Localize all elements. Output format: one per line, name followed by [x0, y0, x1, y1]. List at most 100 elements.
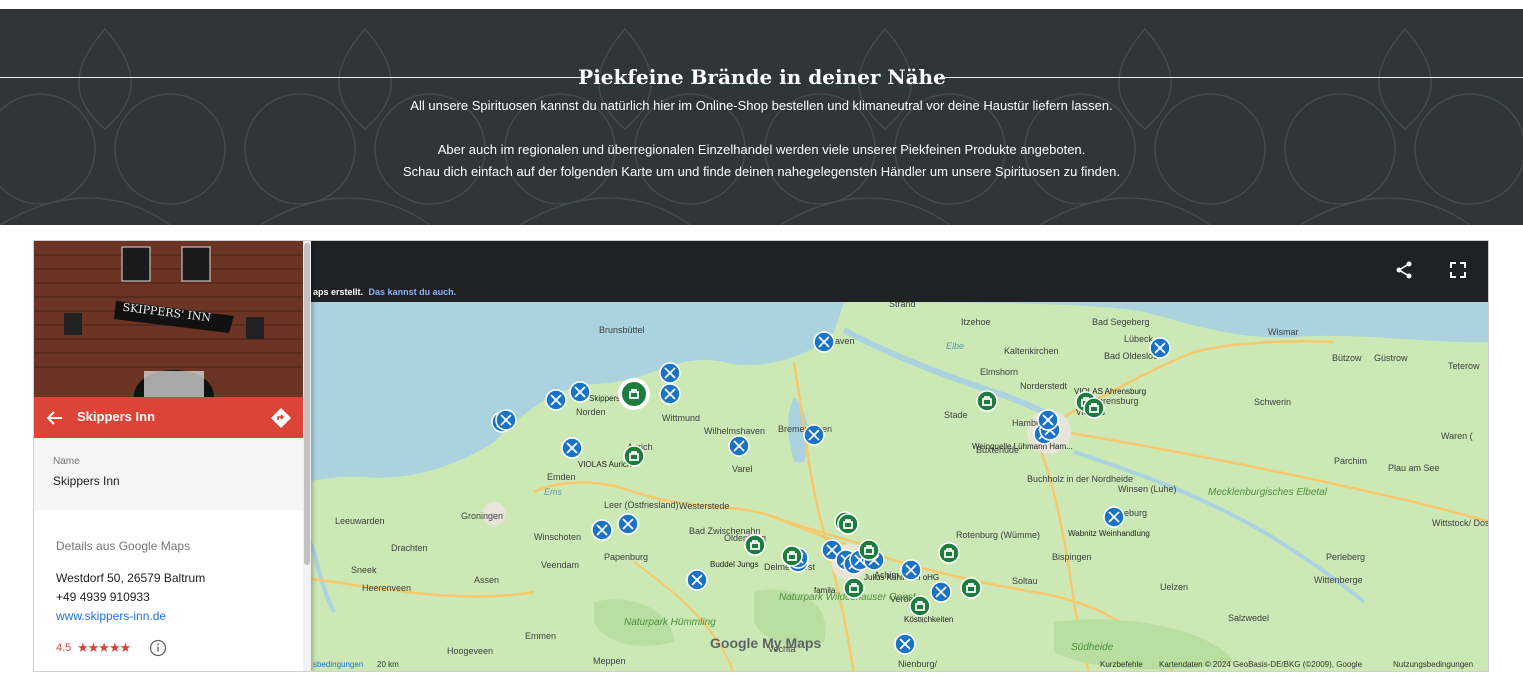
map-label-city: Assen	[474, 575, 499, 585]
map-label-city: Waren (	[1441, 431, 1473, 441]
restaurant-marker-icon[interactable]	[659, 362, 681, 384]
shop-marker-icon[interactable]	[781, 545, 803, 567]
map-label-region: Mecklenburgisches Elbetal	[1208, 487, 1328, 498]
map-label-city: Sneek	[351, 565, 377, 575]
map-label-city: Wittstock/ Dosse	[1432, 518, 1489, 528]
page: Piekfeine Brände in deiner Nähe All unse…	[0, 0, 1523, 693]
map-label-city: Strand	[889, 302, 916, 309]
map-label-city: Bad Zwischenahn	[689, 526, 761, 536]
embedded-map[interactable]: aps erstellt. Das kannst du auch. Strand…	[33, 240, 1489, 672]
banner-title: Piekfeine Brände in deiner Nähe	[578, 65, 946, 89]
panel-scroll-thumb[interactable]	[304, 243, 310, 565]
footer-shortcuts[interactable]: Kurzbefehle	[1100, 660, 1143, 669]
shop-marker-icon[interactable]	[843, 577, 865, 599]
map-label-city: Parchim	[1334, 456, 1367, 466]
map-label-city: Norderstedt	[1020, 381, 1068, 391]
map-label-city: Schwerin	[1254, 397, 1291, 407]
rating-stars: ★★★★★	[77, 640, 131, 655]
map-label-city: Hoogeveen	[447, 646, 493, 656]
restaurant-marker-icon[interactable]	[495, 409, 517, 431]
map-label-city: Perleberg	[1326, 552, 1365, 562]
map-label-city: Brunsbüttel	[599, 325, 645, 335]
restaurant-marker-icon[interactable]	[803, 424, 825, 446]
panel-scrollbar[interactable]	[303, 241, 311, 671]
map-label-city: Wittmund	[662, 413, 700, 423]
restaurant-marker-icon[interactable]	[1037, 409, 1059, 431]
map-label-city: Winsen (Luhe)	[1118, 484, 1177, 494]
restaurant-marker-icon[interactable]	[561, 437, 583, 459]
map-label-city: Leeuwarden	[335, 516, 385, 526]
rating-value: 4.5	[56, 642, 72, 654]
map-label-city: Heerenveen	[362, 583, 411, 593]
share-icon[interactable]	[1393, 259, 1415, 281]
restaurant-marker-icon[interactable]	[813, 331, 835, 353]
map-label-city: Wilhelmshaven	[704, 426, 765, 436]
shop-marker-icon[interactable]	[858, 539, 880, 561]
map-label-city: Groningen	[461, 511, 503, 521]
details-heading: Details aus Google Maps	[56, 539, 191, 553]
shop-marker-icon[interactable]	[837, 513, 859, 535]
restaurant-marker-icon[interactable]	[930, 581, 952, 603]
name-value: Skippers Inn	[53, 474, 120, 488]
restaurant-marker-icon[interactable]	[617, 513, 639, 535]
footer-map-data: Kartendaten © 2024 GeoBasis-DE/BKG (©200…	[1159, 660, 1363, 669]
map-label-city: Salzwedel	[1228, 613, 1269, 623]
name-label: Name	[53, 456, 80, 467]
store-label: Weinquelle Lühmann Ham...	[972, 442, 1073, 451]
restaurant-marker-icon[interactable]	[728, 435, 750, 457]
map-label-city: Uelzen	[1160, 582, 1188, 592]
phone: +49 4939 910933	[56, 590, 150, 604]
restaurant-marker-icon[interactable]	[900, 559, 922, 581]
website-link[interactable]: www.skippers-inn.de	[56, 607, 296, 626]
restaurant-marker-icon[interactable]	[894, 633, 916, 655]
back-arrow-icon[interactable]	[46, 409, 64, 427]
shop-marker-icon[interactable]	[618, 378, 650, 410]
map-label-city: Kaltenkirchen	[1004, 346, 1059, 356]
footer-terms[interactable]: Nutzungsbedingungen	[1393, 660, 1473, 669]
map-label-city: Drachten	[391, 543, 428, 553]
shop-marker-icon[interactable]	[976, 390, 998, 412]
map-label-city: Bützow	[1332, 353, 1362, 363]
restaurant-marker-icon[interactable]	[659, 383, 681, 405]
place-detail-panel: SKIPPERS' INN Skippers Inn Name Skippers…	[34, 241, 311, 671]
map-credit: aps erstellt. Das kannst du auch.	[313, 287, 456, 297]
map-label-city: Lübeck	[1124, 334, 1154, 344]
restaurant-marker-icon[interactable]	[591, 519, 613, 541]
map-label-city: Güstrow	[1374, 353, 1408, 363]
shop-marker-icon[interactable]	[960, 577, 982, 599]
name-field: Name Skippers Inn	[34, 438, 303, 510]
map-label-city: Plau am See	[1388, 463, 1440, 473]
shop-marker-icon[interactable]	[938, 542, 960, 564]
info-icon[interactable]	[149, 639, 167, 657]
store-label: VIOLAS Aurich	[578, 460, 631, 469]
shop-marker-icon[interactable]	[909, 595, 931, 617]
map-credit-link[interactable]: Das kannst du auch.	[369, 287, 457, 297]
google-details: Details aus Google Maps Westdorf 50, 265…	[56, 539, 296, 626]
place-photo: SKIPPERS' INN	[34, 241, 303, 397]
restaurant-marker-icon[interactable]	[569, 381, 591, 403]
map-label-city: Winschoten	[534, 532, 581, 542]
map-label-city: Teterow	[1448, 361, 1480, 371]
map-label-city: Bad Segeberg	[1092, 317, 1150, 327]
map-label-city: Rotenburg (Wümme)	[956, 530, 1040, 540]
fullscreen-icon[interactable]	[1447, 259, 1469, 281]
map-label-city: Varel	[732, 464, 752, 474]
google-my-maps-logo: Google My Maps	[710, 635, 822, 651]
map-label-city: Itzehoe	[961, 317, 991, 327]
restaurant-marker-icon[interactable]	[1103, 506, 1125, 528]
map-label-city: Stade	[944, 410, 968, 420]
map-label-city: Leer (Ostfriesland)	[604, 500, 679, 510]
directions-icon[interactable]	[270, 407, 292, 429]
place-header-name: Skippers Inn	[77, 409, 156, 424]
restaurant-marker-icon[interactable]	[686, 569, 708, 591]
map-label-city: Papenburg	[604, 552, 648, 562]
restaurant-marker-icon[interactable]	[1149, 337, 1171, 359]
shop-marker-icon[interactable]	[623, 445, 645, 467]
shop-marker-icon[interactable]	[1083, 397, 1105, 419]
restaurant-marker-icon[interactable]	[545, 389, 567, 411]
shop-marker-icon[interactable]	[744, 534, 766, 556]
footer-terms-left[interactable]: sbedingungen	[313, 660, 363, 669]
map-label-city: Bad Oldesloe	[1104, 351, 1158, 361]
map-label-river: Ems	[544, 487, 563, 497]
store-label: Wabnitz Weinhandlung	[1068, 529, 1150, 538]
